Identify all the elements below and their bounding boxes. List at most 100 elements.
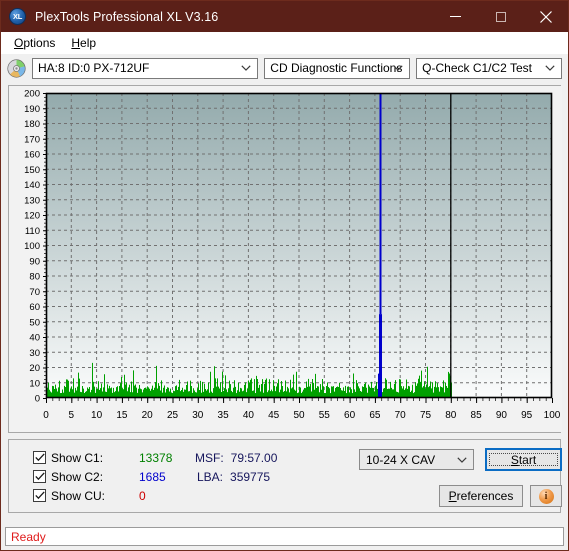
application-window: XL PlexTools Professional XL V3.16 Optio…: [0, 0, 569, 551]
show-cu-label: Show CU:: [51, 488, 106, 503]
drive-select[interactable]: HA:8 ID:0 PX-712UF: [32, 57, 259, 79]
chevron-down-icon: [391, 59, 405, 78]
lba-label: LBA:: [197, 469, 224, 484]
lba-row: LBA: 359775: [197, 468, 270, 485]
status-text: Ready: [11, 529, 46, 544]
lba-value: 359775: [230, 469, 271, 484]
svg-text:200: 200: [24, 89, 40, 100]
svg-text:70: 70: [29, 287, 40, 298]
svg-text:35: 35: [218, 410, 230, 421]
svg-text:10: 10: [29, 378, 40, 389]
chevron-down-icon: [456, 450, 468, 469]
show-c1-checkbox[interactable]: [33, 451, 46, 464]
controls-panel: Show C1: 13378 Show C2: 1685 Show CU: 0 …: [8, 439, 562, 513]
svg-text:50: 50: [29, 317, 40, 328]
show-c2-label: Show C2:: [51, 469, 104, 484]
minimize-icon[interactable]: [433, 1, 478, 32]
test-select-value: Q-Check C1/C2 Test: [422, 61, 532, 75]
svg-text:180: 180: [24, 119, 40, 130]
svg-text:55: 55: [319, 410, 331, 421]
show-c1-row[interactable]: Show C1: 13378: [33, 449, 172, 466]
svg-text:65: 65: [369, 410, 381, 421]
test-select[interactable]: Q-Check C1/C2 Test: [416, 57, 563, 79]
show-c2-row[interactable]: Show C2: 1685: [33, 468, 166, 485]
chart-area: 0 10 20 30 40 50 60 70 80 90 100 110 120 130 140 150 160…: [9, 86, 562, 432]
svg-text:80: 80: [29, 272, 40, 283]
title-bar: XL PlexTools Professional XL V3.16: [1, 1, 568, 32]
show-cu-checkbox[interactable]: [33, 489, 46, 502]
svg-text:75: 75: [420, 410, 432, 421]
toolbar: HA:8 ID:0 PX-712UF CD Diagnostic Functio…: [1, 54, 568, 82]
svg-text:25: 25: [167, 410, 179, 421]
svg-text:50: 50: [293, 410, 305, 421]
svg-text:20: 20: [142, 410, 154, 421]
svg-text:0: 0: [35, 394, 40, 405]
chart-panel: 0 10 20 30 40 50 60 70 80 90 100 110 120 130 140 150 160…: [8, 85, 562, 433]
start-button[interactable]: Start: [485, 448, 562, 471]
speed-select[interactable]: 10-24 X CAV: [359, 449, 474, 470]
info-icon-glyph: i: [544, 490, 548, 502]
show-c2-checkbox[interactable]: [33, 470, 46, 483]
svg-text:90: 90: [496, 410, 508, 421]
svg-text:160: 160: [24, 150, 40, 161]
svg-text:170: 170: [24, 134, 40, 145]
speed-select-value: 10-24 X CAV: [366, 452, 436, 467]
c1-count-value: 13378: [139, 450, 173, 465]
app-icon: XL: [9, 8, 26, 25]
svg-text:100: 100: [544, 410, 561, 421]
msf-row: MSF: 79:57.00: [195, 449, 277, 466]
window-title: PlexTools Professional XL V3.16: [35, 9, 219, 24]
svg-text:80: 80: [445, 410, 457, 421]
svg-text:60: 60: [29, 302, 40, 313]
maximize-icon[interactable]: [478, 1, 523, 32]
function-select-value: CD Diagnostic Functions: [270, 61, 403, 75]
msf-value: 79:57.00: [230, 450, 278, 465]
cu-count-value: 0: [139, 488, 146, 503]
preferences-button-label: Preferences: [448, 489, 514, 503]
chevron-down-icon: [239, 59, 253, 78]
preferences-button[interactable]: Preferences: [439, 485, 523, 507]
svg-text:45: 45: [268, 410, 280, 421]
function-select[interactable]: CD Diagnostic Functions: [264, 57, 411, 79]
menu-item-help[interactable]: Help: [64, 34, 105, 52]
start-button-inner: Start: [489, 452, 558, 467]
chevron-down-icon: [543, 59, 557, 78]
info-icon: i: [538, 488, 554, 504]
svg-text:60: 60: [344, 410, 356, 421]
svg-text:110: 110: [25, 226, 40, 237]
window-controls: [433, 1, 568, 32]
svg-text:5: 5: [69, 410, 75, 421]
menu-item-help-rest: elp: [80, 35, 97, 50]
svg-text:130: 130: [24, 195, 40, 206]
msf-label: MSF:: [195, 450, 224, 465]
show-cu-row[interactable]: Show CU: 0: [33, 487, 146, 504]
close-icon[interactable]: [523, 1, 568, 32]
menu-item-options-rest: ptions: [23, 35, 56, 50]
svg-text:20: 20: [29, 363, 40, 374]
menu-item-options[interactable]: Options: [7, 34, 64, 52]
start-button-label: Start: [510, 452, 537, 467]
app-icon-label: XL: [13, 12, 22, 21]
svg-text:70: 70: [395, 410, 407, 421]
svg-text:90: 90: [29, 256, 40, 267]
svg-text:40: 40: [243, 410, 255, 421]
svg-text:15: 15: [116, 410, 128, 421]
svg-text:30: 30: [29, 348, 40, 359]
show-c1-label: Show C1:: [51, 450, 104, 465]
svg-text:190: 190: [24, 104, 40, 115]
svg-text:10: 10: [91, 410, 103, 421]
disc-icon: [7, 58, 26, 78]
info-button[interactable]: i: [530, 485, 562, 507]
menu-bar: Options Help: [1, 32, 568, 54]
drive-select-value: HA:8 ID:0 PX-712UF: [38, 61, 150, 75]
svg-text:140: 140: [24, 180, 40, 191]
error-rate-chart: 0102030405060708090100110120130140150160…: [9, 86, 562, 432]
svg-text:30: 30: [192, 410, 204, 421]
status-bar: Ready: [5, 527, 564, 546]
svg-text:150: 150: [24, 165, 40, 176]
svg-text:120: 120: [24, 211, 40, 222]
svg-text:40: 40: [29, 333, 40, 344]
svg-text:85: 85: [471, 410, 483, 421]
svg-text:0: 0: [43, 410, 49, 421]
svg-text:95: 95: [521, 410, 533, 421]
